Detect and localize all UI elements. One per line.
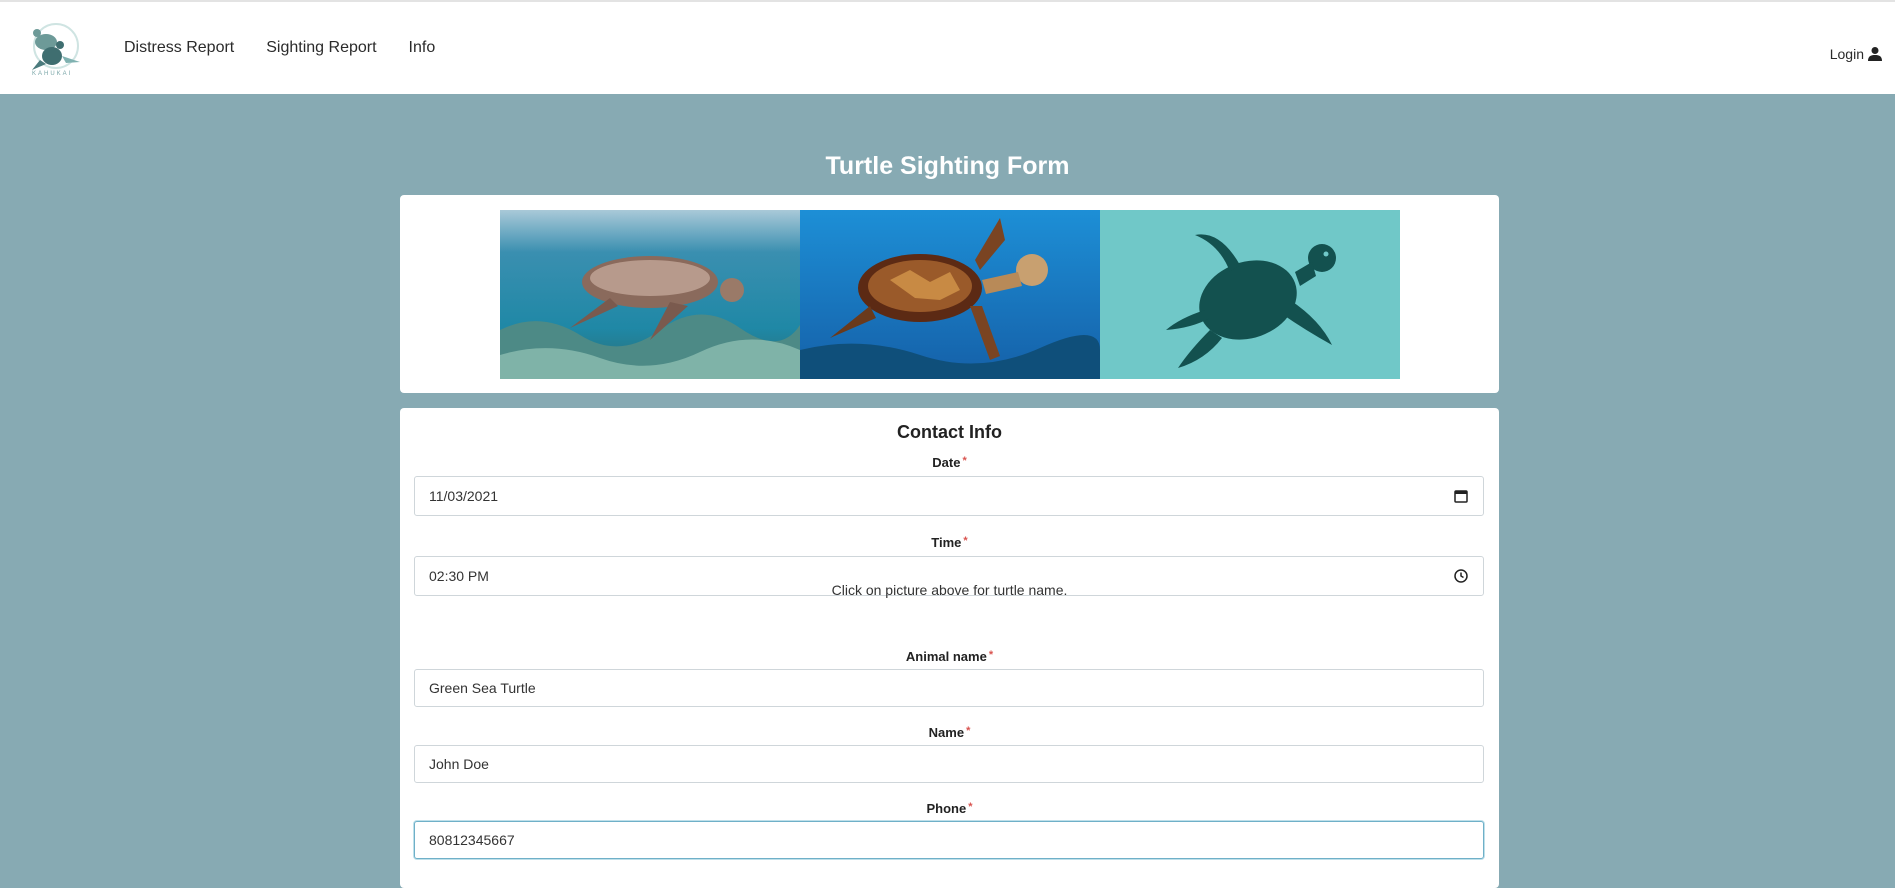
- logo-text: KAHUKAI: [32, 71, 73, 77]
- animal-name-value: Green Sea Turtle: [429, 680, 536, 696]
- nav-sighting-report[interactable]: Sighting Report: [266, 39, 376, 57]
- required-marker: *: [962, 455, 967, 467]
- turtle-image-card: [400, 195, 1499, 393]
- kahukai-logo[interactable]: KAHUKAI: [22, 16, 86, 80]
- date-label: Date *: [932, 455, 967, 470]
- login-label: Login: [1829, 46, 1864, 62]
- name-label: Name *: [928, 725, 971, 740]
- time-label: Time *: [931, 535, 968, 550]
- date-input[interactable]: 11/03/2021: [414, 476, 1484, 516]
- required-marker: *: [966, 725, 971, 737]
- calendar-icon[interactable]: [1453, 488, 1469, 504]
- phone-label: Phone *: [926, 801, 973, 816]
- name-value: John Doe: [429, 756, 489, 772]
- name-input[interactable]: John Doe: [414, 745, 1484, 783]
- hawksbill-turtle-photo[interactable]: [800, 210, 1100, 379]
- nav-info[interactable]: Info: [409, 39, 436, 57]
- date-value: 11/03/2021: [429, 488, 499, 504]
- turtle-gallery: [500, 210, 1400, 379]
- page-title: Turtle Sighting Form: [825, 152, 1070, 180]
- turtle-underwater-photo[interactable]: [500, 210, 800, 379]
- required-marker: *: [963, 535, 968, 547]
- contact-info-form: Contact Info Date * 11/03/2021 Time * 02:3…: [400, 408, 1499, 888]
- nav-distress-report[interactable]: Distress Report: [124, 39, 234, 57]
- turtle-name-hint: Click on picture above for turtle name.: [831, 582, 1068, 598]
- animal-name-input[interactable]: Green Sea Turtle: [414, 669, 1484, 707]
- animal-name-label: Animal name *: [905, 649, 994, 664]
- turtle-silhouette-graphic[interactable]: [1100, 210, 1400, 379]
- login-link[interactable]: Login: [1830, 46, 1883, 62]
- navbar: KAHUKAI Distress Report Sighting Report …: [0, 2, 1895, 94]
- phone-value: 80812345667: [429, 832, 515, 848]
- required-marker: *: [968, 801, 973, 813]
- phone-input[interactable]: 80812345667: [414, 821, 1484, 859]
- user-icon: [1868, 47, 1882, 61]
- section-title: Contact Info: [897, 422, 1002, 442]
- required-marker: *: [988, 649, 994, 661]
